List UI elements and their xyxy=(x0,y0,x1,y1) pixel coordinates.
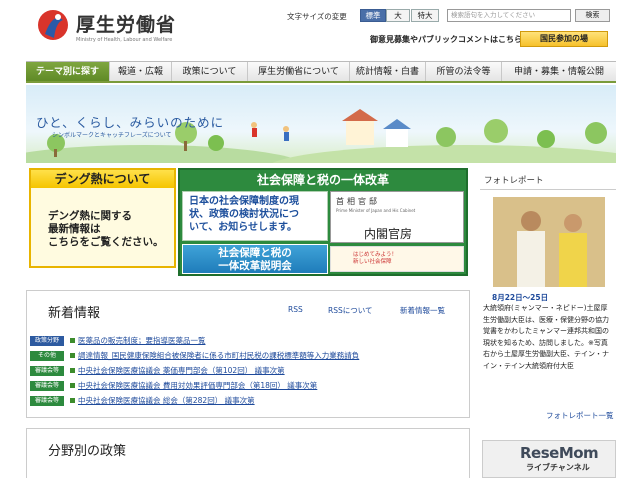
watermark-logo: ReseMom xyxy=(520,444,599,462)
citizen-participation-button[interactable]: 国民参加の場 xyxy=(520,31,608,47)
news-category-badge: 審議会等 xyxy=(30,365,64,376)
new-social-line: 新しい社会保障 xyxy=(353,259,392,265)
fontsize-xlarge-button[interactable]: 特大 xyxy=(411,9,439,22)
bullet-icon xyxy=(70,368,75,373)
news-item[interactable]: その他 調達情報_国民健康保険組合被保険者に係る市町村民税の課税標準額等入力業務… xyxy=(30,350,359,361)
news-item[interactable]: 政策分野 医薬品の販売制度；要指導医薬品一覧 xyxy=(30,335,206,346)
photo-description: 大統領府(ミャンマー・ネピドー)土屋厚生労働副大臣は、医療・保健分野の協力覚書を… xyxy=(483,304,609,370)
nav-laws[interactable]: 所管の法令等 xyxy=(426,62,502,81)
bullet-icon xyxy=(70,338,75,343)
dengue-title: デング熱について xyxy=(31,170,174,188)
public-comment-link[interactable]: 御意見募集やパブリックコメントはこちら xyxy=(370,34,522,45)
site-title[interactable]: 厚生労働省 xyxy=(76,10,176,37)
briefing-session-button[interactable]: 社会保障と税の 一体改革説明会 xyxy=(182,244,328,274)
dengue-line: こちらをご覧ください。 xyxy=(48,236,164,248)
photo-report-list-link[interactable]: フォトレポート一覧 xyxy=(546,410,614,421)
nav-policy[interactable]: 政策について xyxy=(172,62,248,81)
social-security-info-link[interactable]: 日本の社会保障制度の現 状、政策の検討状況につ いて、お知らせします。 xyxy=(182,191,328,241)
dengue-line: 最新情報は xyxy=(48,223,101,235)
live-channel-label: ライブチャンネル xyxy=(526,463,590,472)
symbol-mark-link[interactable]: シンボルマークとキャッチフレーズについて xyxy=(52,130,172,139)
news-link[interactable]: 中央社会保険医療協議会 総会（第282回） 議事次第 xyxy=(78,395,255,406)
policy-title: 分野別の政策 xyxy=(48,444,127,459)
rss-about-link[interactable]: RSSについて xyxy=(328,305,373,316)
news-link[interactable]: 医薬品の販売制度；要指導医薬品一覧 xyxy=(78,335,206,346)
banner-slogan: ひと、くらし、みらいのために xyxy=(36,115,225,130)
news-title: 新着情報 xyxy=(48,306,101,321)
news-link[interactable]: 中央社会保険医療協議会 薬価専門部会（第102回） 議事次第 xyxy=(78,365,285,376)
news-list-link[interactable]: 新着情報一覧 xyxy=(400,305,445,316)
ministry-logo-icon[interactable] xyxy=(36,8,70,42)
nav-press[interactable]: 報道・広報 xyxy=(110,62,172,81)
dengue-line: デング熱に関する xyxy=(48,210,132,222)
photo-people-icon xyxy=(493,197,605,287)
cabinet-secretariat-label: 内閣官房 xyxy=(364,227,413,241)
news-item[interactable]: 審議会等 中央社会保険医療協議会 総会（第282回） 議事次第 xyxy=(30,395,255,406)
social-line: 日本の社会保障制度の現 xyxy=(189,196,299,207)
bullet-icon xyxy=(70,353,75,358)
social-line: いて、お知らせします。 xyxy=(189,222,297,233)
news-category-badge: 審議会等 xyxy=(30,395,64,406)
site-subtitle: Ministry of Health, Labour and Welfare xyxy=(76,37,173,43)
news-category-badge: その他 xyxy=(30,350,64,361)
briefing-line: 一体改革説明会 xyxy=(218,260,292,272)
briefing-line: 社会保障と税の xyxy=(218,247,292,259)
rss-link[interactable]: RSS xyxy=(288,305,303,314)
dengue-body[interactable]: デング熱に関する 最新情報は こちらをご覧ください。 xyxy=(48,210,164,249)
search-button[interactable]: 検索 xyxy=(575,9,610,22)
kantei-english: Prime Minister of Japan and His Cabinet xyxy=(336,208,416,213)
news-link[interactable]: 中央社会保険医療協議会 費用対効果評価専門部会（第18回） 議事次第 xyxy=(78,380,317,391)
bullet-icon xyxy=(70,398,75,403)
news-item[interactable]: 審議会等 中央社会保険医療協議会 費用対効果評価専門部会（第18回） 議事次第 xyxy=(30,380,317,391)
social-line: 状、政策の検討状況につ xyxy=(189,209,299,220)
social-security-title: 社会保障と税の一体改革 xyxy=(256,173,389,187)
fontsize-label: 文字サイズの変更 xyxy=(287,12,347,21)
search-input[interactable]: 検索語句を入力してください xyxy=(447,9,571,22)
new-social-security-banner[interactable]: はじめてみよう！ 新しい社会保障 xyxy=(330,246,464,272)
kantei-name: 首相官邸 xyxy=(336,197,380,206)
nav-about[interactable]: 厚生労働省について xyxy=(248,62,350,81)
global-nav: テーマ別に探す 報道・広報 政策について 厚生労働省について 統計情報・白書 所… xyxy=(26,61,616,83)
fontsize-large-button[interactable]: 大 xyxy=(386,9,410,22)
photo-date: 8月22日～25日 xyxy=(492,293,549,302)
new-social-line: はじめてみよう！ xyxy=(353,252,398,258)
news-category-badge: 審議会等 xyxy=(30,380,64,391)
bullet-icon xyxy=(70,383,75,388)
search-button-label: 検索 xyxy=(585,11,600,19)
nav-applications[interactable]: 申請・募集・情報公開 xyxy=(502,62,616,81)
news-item[interactable]: 審議会等 中央社会保険医療協議会 薬価専門部会（第102回） 議事次第 xyxy=(30,365,285,376)
photo-report-image[interactable] xyxy=(493,197,605,287)
photo-report-heading: フォトレポート xyxy=(480,172,616,190)
nav-statistics[interactable]: 統計情報・白書 xyxy=(350,62,426,81)
fontsize-standard-button[interactable]: 標準 xyxy=(360,9,386,22)
news-link[interactable]: 調達情報_国民健康保険組合被保険者に係る市町村民税の課税標準額等入力業務請負 xyxy=(78,350,359,361)
news-category-badge: 政策分野 xyxy=(30,335,64,346)
nav-theme[interactable]: テーマ別に探す xyxy=(26,62,110,81)
